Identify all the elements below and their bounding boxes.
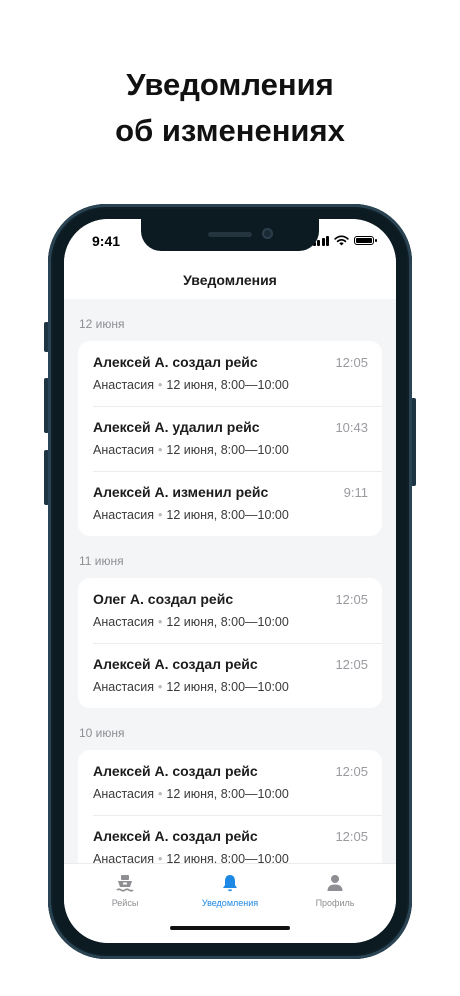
notification-title: Алексей А. создал рейс bbox=[93, 656, 258, 672]
notification-item[interactable]: Алексей А. создал рейс 12:05 Анастасия • 1… bbox=[78, 750, 382, 815]
notification-detail: 12 июня, 8:00—10:00 bbox=[166, 615, 289, 629]
separator-dot: • bbox=[157, 508, 163, 522]
tab-trips[interactable]: Рейсы bbox=[70, 872, 180, 908]
notification-item[interactable]: Олег А. создал рейс 12:05 Анастасия • 12 и… bbox=[78, 578, 382, 643]
separator-dot: • bbox=[157, 443, 163, 457]
group-date: 10 июня bbox=[79, 726, 125, 740]
notification-time: 12:05 bbox=[335, 829, 368, 844]
notification-card: Алексей А. создал рейс 12:05 Анастасия • 1… bbox=[78, 750, 382, 863]
notification-title: Алексей А. изменил рейс bbox=[93, 484, 269, 500]
notification-card: Алексей А. создал рейс 12:05 Анастасия • 1… bbox=[78, 341, 382, 536]
notification-person: Анастасия bbox=[93, 787, 154, 801]
home-indicator[interactable] bbox=[170, 926, 290, 930]
notification-person: Анастасия bbox=[93, 680, 154, 694]
status-time: 9:41 bbox=[92, 233, 121, 249]
status-icons bbox=[312, 235, 377, 246]
notification-time: 12:05 bbox=[335, 657, 368, 672]
notification-subtitle: Анастасия • 12 июня, 8:00—10:00 bbox=[93, 615, 289, 629]
promo-title-line-2: об изменениях bbox=[115, 113, 345, 148]
notification-title: Алексей А. создал рейс bbox=[93, 354, 258, 370]
notification-subtitle: Анастасия • 12 июня, 8:00—10:00 bbox=[93, 378, 289, 392]
notification-detail: 12 июня, 8:00—10:00 bbox=[166, 787, 289, 801]
notification-item[interactable]: Алексей А. удалил рейс 10:43 Анастасия • 1… bbox=[78, 406, 382, 471]
tab-notifications[interactable]: Уведомления bbox=[175, 872, 285, 908]
notification-title: Алексей А. создал рейс bbox=[93, 763, 258, 779]
promo-title-line-1: Уведомления bbox=[126, 67, 334, 102]
notification-detail: 12 июня, 8:00—10:00 bbox=[166, 443, 289, 457]
ship-icon bbox=[70, 872, 180, 894]
notification-person: Анастасия bbox=[93, 378, 154, 392]
wifi-icon bbox=[334, 235, 349, 246]
notification-detail: 12 июня, 8:00—10:00 bbox=[166, 852, 289, 863]
notification-card: Олег А. создал рейс 12:05 Анастасия • 12 и… bbox=[78, 578, 382, 708]
separator-dot: • bbox=[157, 378, 163, 392]
battery-icon bbox=[354, 236, 377, 245]
notification-time: 10:43 bbox=[335, 420, 368, 435]
notification-title: Олег А. создал рейс bbox=[93, 591, 234, 607]
notification-item[interactable]: Алексей А. изменил рейс 9:11 Анастасия • 1… bbox=[78, 471, 382, 536]
notification-person: Анастасия bbox=[93, 443, 154, 457]
notch bbox=[141, 219, 319, 251]
notification-detail: 12 июня, 8:00—10:00 bbox=[166, 508, 289, 522]
speaker-grille bbox=[208, 232, 252, 237]
separator-dot: • bbox=[157, 680, 163, 694]
notification-subtitle: Анастасия • 12 июня, 8:00—10:00 bbox=[93, 852, 289, 863]
separator-dot: • bbox=[157, 852, 163, 863]
notification-item[interactable]: Алексей А. создал рейс 12:05 Анастасия • 1… bbox=[78, 815, 382, 863]
notification-subtitle: Анастасия • 12 июня, 8:00—10:00 bbox=[93, 443, 289, 457]
group-date: 11 июня bbox=[79, 554, 124, 568]
notification-person: Анастасия bbox=[93, 508, 154, 522]
separator-dot: • bbox=[157, 787, 163, 801]
front-camera bbox=[262, 228, 273, 239]
tab-profile[interactable]: Профиль bbox=[280, 872, 390, 908]
promo-title: Уведомления об изменениях bbox=[0, 62, 460, 154]
notification-detail: 12 июня, 8:00—10:00 bbox=[166, 378, 289, 392]
page-title: Уведомления bbox=[64, 263, 396, 299]
notifications-list[interactable]: 12 июня Алексей А. создал рейс 12:05 Ана… bbox=[64, 299, 396, 863]
separator-dot: • bbox=[157, 615, 163, 629]
tab-trips-label: Рейсы bbox=[111, 898, 139, 908]
bell-icon bbox=[175, 872, 285, 894]
notification-person: Анастасия bbox=[93, 615, 154, 629]
notification-item[interactable]: Алексей А. создал рейс 12:05 Анастасия • 1… bbox=[78, 341, 382, 406]
tab-bar: Рейсы Уведомления Профиль bbox=[64, 863, 396, 943]
notification-subtitle: Анастасия • 12 июня, 8:00—10:00 bbox=[93, 787, 289, 801]
phone-screen: 9:41 Уведомления 12 июня Алексей А. созд… bbox=[64, 219, 396, 943]
notification-subtitle: Анастасия • 12 июня, 8:00—10:00 bbox=[93, 680, 289, 694]
notification-subtitle: Анастасия • 12 июня, 8:00—10:00 bbox=[93, 508, 289, 522]
notification-detail: 12 июня, 8:00—10:00 bbox=[166, 680, 289, 694]
group-date: 12 июня bbox=[79, 317, 125, 331]
notification-time: 12:05 bbox=[335, 764, 368, 779]
notification-time: 12:05 bbox=[335, 592, 368, 607]
tab-profile-label: Профиль bbox=[315, 898, 355, 908]
notification-item[interactable]: Алексей А. создал рейс 12:05 Анастасия • 1… bbox=[78, 643, 382, 708]
notification-time: 9:11 bbox=[343, 485, 368, 500]
tab-notifications-label: Уведомления bbox=[201, 898, 259, 908]
notification-time: 12:05 bbox=[335, 355, 368, 370]
notification-title: Алексей А. удалил рейс bbox=[93, 419, 260, 435]
notification-title: Алексей А. создал рейс bbox=[93, 828, 258, 844]
person-icon bbox=[280, 872, 390, 894]
notification-person: Анастасия bbox=[93, 852, 154, 863]
